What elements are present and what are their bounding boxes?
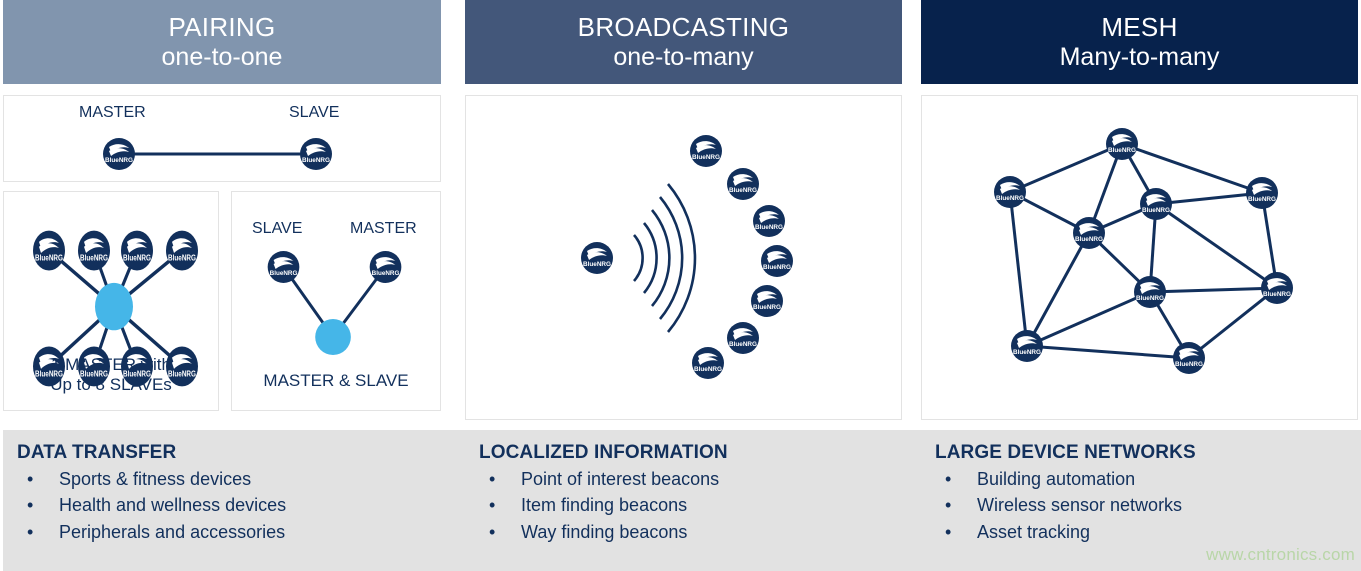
- list-item: • Point of interest beacons: [479, 466, 921, 492]
- bullet-icon: •: [27, 469, 34, 489]
- list-item-label: Point of interest beacons: [521, 469, 720, 489]
- panel-mesh-topology: [921, 95, 1358, 420]
- bullet-icon: •: [489, 469, 496, 489]
- panel-broadcast-topology: [465, 95, 902, 420]
- bullet-icon: •: [945, 521, 952, 542]
- list-item: • Asset tracking: [935, 519, 1361, 545]
- header-broadcasting: BROADCASTING one-to-many: [465, 0, 902, 84]
- caption-star-line1: 1 MASTER with: [51, 354, 171, 374]
- bullet-icon: •: [27, 521, 34, 542]
- bullet-icon: •: [945, 495, 952, 516]
- header-mesh-title: MESH: [1101, 12, 1178, 43]
- list-item-label: Wireless sensor networks: [977, 495, 1183, 516]
- list-item-label: Health and wellness devices: [59, 495, 287, 516]
- info-box-data-transfer: DATA TRANSFER • Sports & fitness devices …: [3, 430, 470, 571]
- info-list-localized-information: • Point of interest beacons • Item finding…: [479, 466, 921, 545]
- header-mesh-subtitle: Many-to-many: [1059, 42, 1220, 71]
- list-item: • Item finding beacons: [479, 492, 921, 518]
- bullet-icon: •: [27, 495, 34, 516]
- info-heading-data-transfer: DATA TRANSFER: [17, 442, 177, 463]
- list-item-label: Building automation: [977, 469, 1136, 489]
- panel-master-and-slave: SLAVE MASTER MASTER & SLAVE: [231, 191, 441, 411]
- diagram-one-to-one: BlueNRG: [4, 96, 440, 181]
- bullet-icon: •: [489, 495, 496, 516]
- topology-infographic: PAIRING one-to-one MASTER SLAVE BlueNRG: [0, 0, 1361, 571]
- caption-star: 1 MASTER with Up to 8 SLAVEs: [4, 355, 218, 396]
- header-broadcasting-title: BROADCASTING: [577, 12, 790, 43]
- bullet-icon: •: [489, 521, 496, 542]
- header-broadcasting-subtitle: one-to-many: [613, 42, 754, 71]
- list-item-label: Peripherals and accessories: [59, 521, 286, 542]
- list-item: • Wireless sensor networks: [935, 492, 1361, 518]
- diagram-broadcast: [466, 96, 901, 419]
- info-list-data-transfer: • Sports & fitness devices • Health and we…: [17, 466, 470, 545]
- diagram-mesh: [922, 96, 1357, 419]
- info-box-large-device-networks: LARGE DEVICE NETWORKS • Building automati…: [921, 430, 1361, 571]
- list-item-label: Sports & fitness devices: [59, 469, 252, 489]
- panel-one-to-one: MASTER SLAVE BlueNRG: [3, 95, 441, 182]
- list-item: • Way finding beacons: [479, 519, 921, 545]
- list-item: • Sports & fitness devices: [17, 466, 470, 492]
- header-pairing: PAIRING one-to-one: [3, 0, 441, 84]
- list-item: • Health and wellness devices: [17, 492, 470, 518]
- info-list-large-device-networks: • Building automation • Wireless sensor ne…: [935, 466, 1361, 545]
- list-item-label: Item finding beacons: [521, 495, 688, 516]
- info-heading-localized-information: LOCALIZED INFORMATION: [479, 442, 728, 463]
- list-item: • Building automation: [935, 466, 1361, 492]
- header-pairing-subtitle: one-to-one: [161, 42, 283, 71]
- watermark-text: www.cntronics.com: [1206, 545, 1355, 564]
- list-item-label: Asset tracking: [977, 521, 1091, 542]
- caption-relay: MASTER & SLAVE: [263, 371, 409, 391]
- caption-star-line2: Up to 8 SLAVEs: [50, 375, 172, 395]
- panel-star-topology: 1 MASTER with Up to 8 SLAVEs: [3, 191, 219, 411]
- list-item: • Peripherals and accessories: [17, 519, 470, 545]
- info-box-localized-information: LOCALIZED INFORMATION • Point of interest…: [465, 430, 921, 571]
- bullet-icon: •: [945, 469, 952, 489]
- header-pairing-title: PAIRING: [168, 12, 276, 43]
- header-mesh: MESH Many-to-many: [921, 0, 1358, 84]
- pairing-lower-row: 1 MASTER with Up to 8 SLAVEs SLAVE MASTE…: [3, 191, 441, 411]
- info-heading-large-device-networks: LARGE DEVICE NETWORKS: [935, 442, 1196, 463]
- list-item-label: Way finding beacons: [521, 521, 688, 542]
